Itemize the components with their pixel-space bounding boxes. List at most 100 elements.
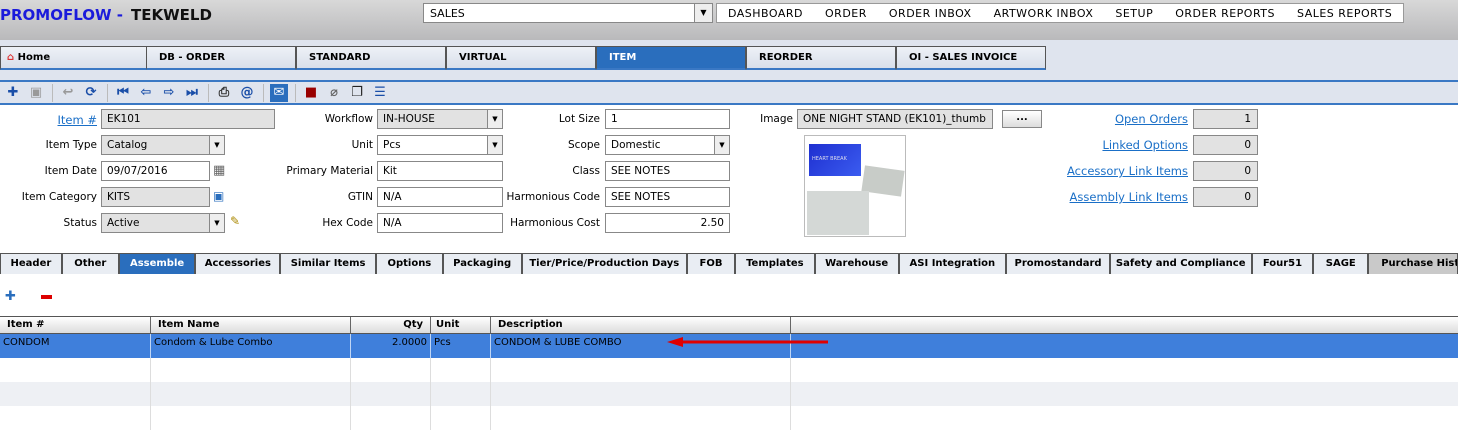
refresh-icon[interactable]: ⟳: [82, 84, 100, 102]
next-record-icon[interactable]: ⇨: [160, 84, 178, 102]
subtab-templates[interactable]: Templates: [734, 253, 815, 274]
divider: [52, 83, 53, 102]
note-icon[interactable]: ■: [302, 84, 320, 102]
undo-icon[interactable]: ↩: [59, 84, 77, 102]
subtab-header[interactable]: Header: [0, 253, 62, 274]
item-thumbnail[interactable]: HEART BREAK: [804, 135, 906, 237]
company-name: TEKWELD: [131, 6, 212, 24]
harmonious-code-field[interactable]: SEE NOTES: [605, 187, 730, 207]
open-orders-link[interactable]: Open Orders: [1040, 112, 1188, 126]
col-item-no[interactable]: Item #: [0, 317, 151, 334]
previous-record-icon[interactable]: ⇦: [137, 84, 155, 102]
first-record-icon[interactable]: ⏮: [114, 84, 132, 102]
col-unit[interactable]: Unit: [431, 317, 491, 334]
tab-item[interactable]: ITEM: [596, 46, 746, 70]
subtab-purchase-history[interactable]: Purchase History: [1368, 253, 1458, 274]
menu-sales-reports[interactable]: SALES REPORTS: [1297, 4, 1392, 22]
table-row-empty[interactable]: [0, 406, 1458, 430]
linked-options-count: 0: [1193, 135, 1258, 155]
assembly-link-items-count: 0: [1193, 187, 1258, 207]
menu-order[interactable]: ORDER: [825, 4, 867, 22]
edit-icon[interactable]: ✎: [230, 214, 240, 228]
harmonious-code-label: Harmonious Code: [506, 191, 600, 203]
attachment-icon[interactable]: ⌀: [325, 84, 343, 102]
email-icon[interactable]: @: [238, 84, 256, 102]
browse-image-button[interactable]: ...: [1002, 110, 1042, 128]
lot-size-field[interactable]: 1: [605, 109, 730, 129]
subtab-similar-items[interactable]: Similar Items: [280, 253, 376, 274]
subtab-fob[interactable]: FOB: [687, 253, 735, 274]
subtab-tier-price[interactable]: Tier/Price/Production Days: [521, 253, 688, 274]
chevron-down-icon: ▼: [209, 136, 224, 154]
subtab-options[interactable]: Options: [375, 253, 443, 274]
assembly-link-items-link[interactable]: Assembly Link Items: [1040, 190, 1188, 204]
add-icon[interactable]: ✚: [4, 84, 22, 102]
unit-value: Pcs: [383, 139, 401, 151]
table-row-empty[interactable]: [0, 382, 1458, 406]
item-date-field[interactable]: 09/07/2016: [101, 161, 210, 181]
tab-home[interactable]: ⌂ Home: [0, 46, 150, 70]
unit-label: Unit: [351, 139, 373, 151]
menu-order-reports[interactable]: ORDER REPORTS: [1175, 4, 1275, 22]
divider: [208, 83, 209, 102]
col-item-name[interactable]: Item Name: [151, 317, 351, 334]
accessory-link-items-link[interactable]: Accessory Link Items: [1040, 164, 1188, 178]
lookup-icon[interactable]: ▣: [213, 189, 224, 203]
col-description[interactable]: Description: [491, 317, 791, 334]
tab-virtual[interactable]: VIRTUAL: [446, 46, 596, 70]
subtab-warehouse[interactable]: Warehouse: [814, 253, 899, 274]
last-record-icon[interactable]: ⏭: [183, 84, 201, 102]
subtab-accessories[interactable]: Accessories: [195, 253, 281, 274]
subtab-promostandard[interactable]: Promostandard: [1006, 253, 1110, 274]
item-no-link[interactable]: Item #: [40, 113, 97, 127]
cell-filler: [791, 334, 1458, 358]
menu-dashboard[interactable]: DASHBOARD: [728, 4, 803, 22]
class-label: Class: [572, 165, 600, 177]
save-icon[interactable]: ▣: [27, 84, 45, 102]
col-qty[interactable]: Qty: [351, 317, 431, 334]
subtab-packaging[interactable]: Packaging: [442, 253, 522, 274]
subtab-asi-integration[interactable]: ASI Integration: [898, 253, 1007, 274]
image-label: Image: [760, 113, 793, 125]
image-field[interactable]: ONE NIGHT STAND (EK101)_thumb: [797, 109, 993, 129]
toolbar: ✚ ▣ ↩ ⟳ ⏮ ⇦ ⇨ ⏭ ⎙ @ ✉ ■ ⌀ ❐ ☰: [0, 82, 1458, 105]
subtab-safety-compliance[interactable]: Safety and Compliance: [1109, 253, 1252, 274]
status-select[interactable]: Active ▼: [101, 213, 225, 233]
tab-standard[interactable]: STANDARD: [296, 46, 446, 70]
tab-db-order[interactable]: DB - ORDER: [146, 46, 296, 70]
class-field[interactable]: SEE NOTES: [605, 161, 730, 181]
subtab-four51[interactable]: Four51: [1251, 253, 1314, 274]
tab-reorder[interactable]: REORDER: [746, 46, 896, 70]
copy-icon[interactable]: ❐: [348, 84, 366, 102]
print-icon[interactable]: ⎙: [215, 84, 233, 102]
tab-label: Home: [17, 52, 51, 63]
calendar-icon[interactable]: ▦: [213, 163, 225, 178]
col-filler: [791, 317, 1458, 334]
envelope-icon[interactable]: ✉: [270, 83, 288, 102]
harmonious-cost-field[interactable]: 2.50: [605, 213, 730, 233]
item-no-field[interactable]: EK101: [101, 109, 275, 129]
divider: [295, 83, 296, 102]
subtab-sage[interactable]: SAGE: [1313, 253, 1369, 274]
workflow-label: Workflow: [324, 113, 373, 125]
add-row-icon[interactable]: ✚: [5, 289, 16, 304]
subtab-other[interactable]: Other: [61, 253, 119, 274]
item-type-label: Item Type: [45, 139, 97, 151]
menu-setup[interactable]: SETUP: [1115, 4, 1153, 22]
menu-artwork-inbox[interactable]: ARTWORK INBOX: [994, 4, 1094, 22]
item-category-field[interactable]: KITS: [101, 187, 210, 207]
remove-row-icon[interactable]: [41, 295, 52, 299]
menu-order-inbox[interactable]: ORDER INBOX: [889, 4, 972, 22]
item-category-label: Item Category: [21, 191, 97, 203]
list-icon[interactable]: ☰: [371, 84, 389, 102]
scope-select[interactable]: Domestic ▼: [605, 135, 730, 155]
table-row-empty[interactable]: [0, 358, 1458, 382]
app-brand: PROMOFLOW - TEKWELD: [0, 6, 212, 24]
linked-options-link[interactable]: Linked Options: [1040, 138, 1188, 152]
thumbnail-text: HEART BREAK: [812, 156, 847, 162]
module-select[interactable]: SALES ▼: [423, 3, 713, 23]
item-type-select[interactable]: Catalog ▼: [101, 135, 225, 155]
tab-oi-sales-invoice[interactable]: OI - SALES INVOICE: [896, 46, 1046, 70]
subtab-assemble[interactable]: Assemble: [118, 253, 196, 274]
status-label: Status: [63, 217, 97, 229]
